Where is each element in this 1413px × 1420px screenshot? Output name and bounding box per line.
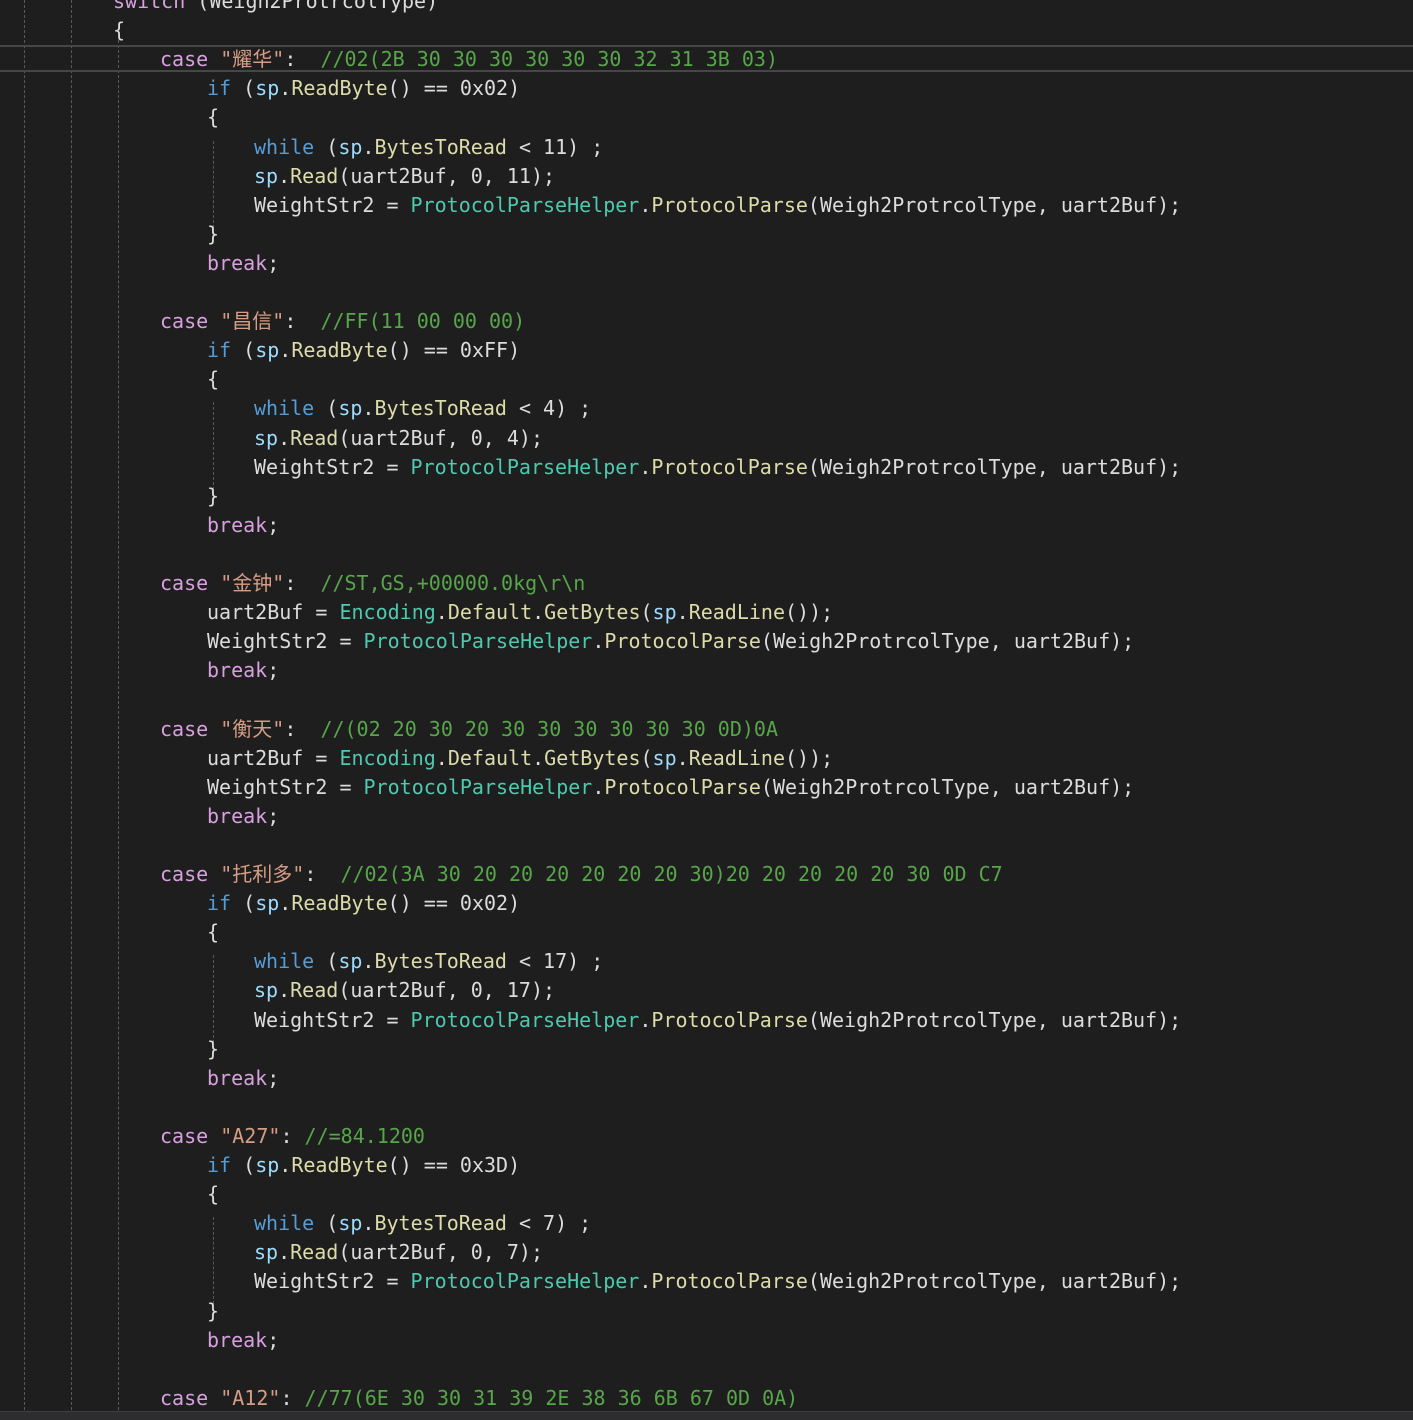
code-line[interactable]: {: [207, 1180, 219, 1209]
code-line[interactable]: {: [207, 918, 219, 947]
code-line[interactable]: sp.Read(uart2Buf, 0, 7);: [254, 1238, 543, 1267]
code-line[interactable]: case "昌信": //FF(11 00 00 00): [160, 307, 525, 336]
code-line[interactable]: if (sp.ReadByte() == 0x3D): [207, 1151, 520, 1180]
code-line[interactable]: case "耀华": //02(2B 30 30 30 30 30 30 32 …: [160, 45, 778, 74]
code-line[interactable]: uart2Buf = Encoding.Default.GetBytes(sp.…: [207, 598, 833, 627]
code-line[interactable]: while (sp.BytesToRead < 17) ;: [254, 947, 603, 976]
code-line[interactable]: case "金钟": //ST,GS,+00000.0kg\r\n: [160, 569, 585, 598]
code-line[interactable]: if (sp.ReadByte() == 0xFF): [207, 336, 520, 365]
code-line[interactable]: while (sp.BytesToRead < 7) ;: [254, 1209, 591, 1238]
code-line[interactable]: WeightStr2 = ProtocolParseHelper.Protoco…: [254, 1006, 1181, 1035]
code-line[interactable]: }: [207, 1035, 219, 1064]
code-line[interactable]: sp.Read(uart2Buf, 0, 4);: [254, 424, 543, 453]
block-guide: [213, 955, 214, 1043]
code-line[interactable]: break;: [207, 511, 279, 540]
code-line[interactable]: break;: [207, 1326, 279, 1355]
block-guide: [213, 140, 214, 228]
code-line[interactable]: break;: [207, 249, 279, 278]
code-line[interactable]: WeightStr2 = ProtocolParseHelper.Protoco…: [254, 1267, 1181, 1296]
code-line[interactable]: if (sp.ReadByte() == 0x02): [207, 889, 520, 918]
code-line[interactable]: }: [207, 220, 219, 249]
code-line[interactable]: WeightStr2 = ProtocolParseHelper.Protoco…: [207, 773, 1134, 802]
code-line[interactable]: sp.Read(uart2Buf, 0, 11);: [254, 162, 555, 191]
code-line[interactable]: }: [207, 482, 219, 511]
code-line[interactable]: WeightStr2 = ProtocolParseHelper.Protoco…: [254, 191, 1181, 220]
indent-guide: [24, 0, 25, 1410]
code-line[interactable]: case "衡天": //(02 20 30 20 30 30 30 30 30…: [160, 715, 778, 744]
code-editor[interactable]: switch (Weigh2ProtrcolType){case "耀华": /…: [0, 0, 1413, 1420]
code-line[interactable]: switch (Weigh2ProtrcolType): [113, 0, 438, 16]
block-guide: [213, 402, 214, 490]
code-line[interactable]: case "A27": //=84.1200: [160, 1122, 425, 1151]
code-line[interactable]: while (sp.BytesToRead < 11) ;: [254, 133, 603, 162]
code-line[interactable]: while (sp.BytesToRead < 4) ;: [254, 394, 591, 423]
code-line[interactable]: }: [207, 1297, 219, 1326]
code-line[interactable]: break;: [207, 802, 279, 831]
code-line[interactable]: break;: [207, 1064, 279, 1093]
code-line[interactable]: {: [113, 16, 125, 45]
code-line[interactable]: if (sp.ReadByte() == 0x02): [207, 74, 520, 103]
code-line[interactable]: case "托利多": //02(3A 30 20 20 20 20 20 20…: [160, 860, 1003, 889]
block-guide: [213, 1217, 214, 1305]
code-line[interactable]: break;: [207, 656, 279, 685]
code-line[interactable]: sp.Read(uart2Buf, 0, 17);: [254, 976, 555, 1005]
indent-guide: [118, 40, 119, 1410]
indent-guide: [71, 0, 72, 1410]
code-line[interactable]: case "A12": //77(6E 30 30 31 39 2E 38 36…: [160, 1384, 798, 1413]
code-line[interactable]: WeightStr2 = ProtocolParseHelper.Protoco…: [254, 453, 1181, 482]
code-line[interactable]: uart2Buf = Encoding.Default.GetBytes(sp.…: [207, 744, 833, 773]
horizontal-scrollbar[interactable]: [0, 1411, 1413, 1420]
code-line[interactable]: {: [207, 365, 219, 394]
code-line[interactable]: WeightStr2 = ProtocolParseHelper.Protoco…: [207, 627, 1134, 656]
code-line[interactable]: {: [207, 103, 219, 132]
